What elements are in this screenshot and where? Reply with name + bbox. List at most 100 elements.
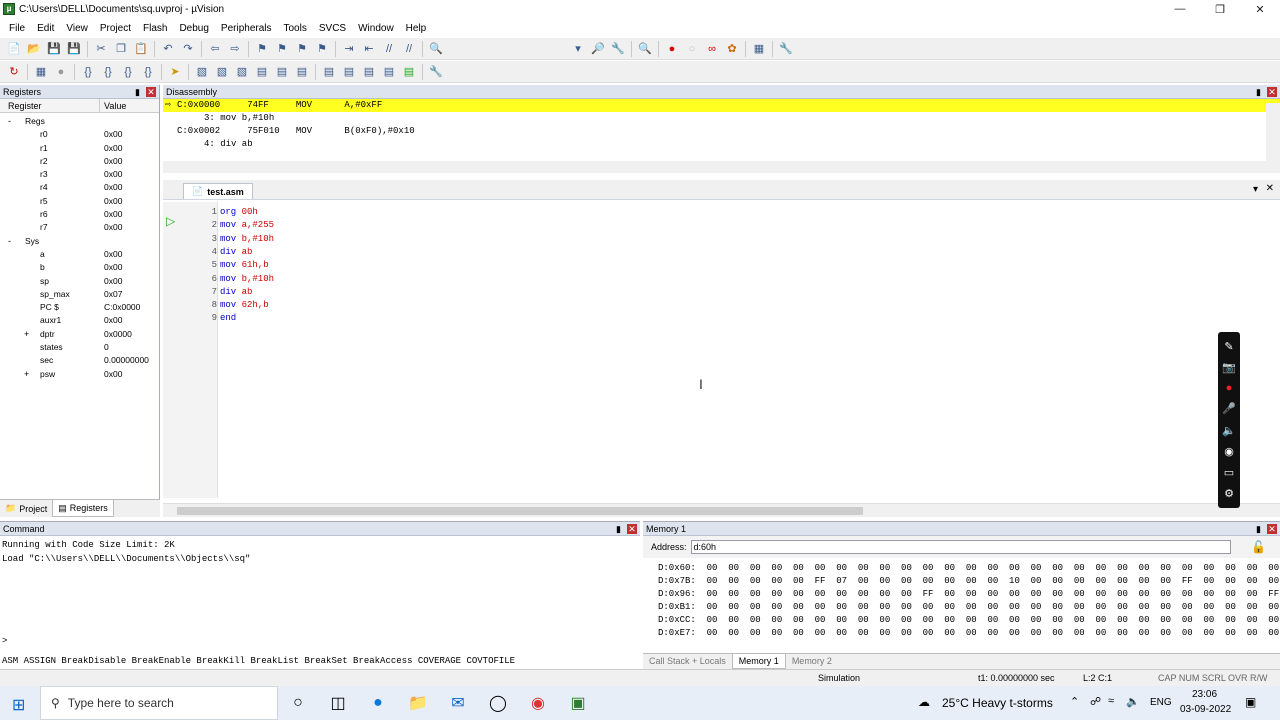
register-row[interactable]: b 0x00 <box>0 261 159 274</box>
command-prompt[interactable]: > <box>2 636 7 646</box>
register-row[interactable]: r1 0x00 <box>0 142 159 155</box>
incremental-find-icon[interactable]: 🔎 <box>590 41 606 57</box>
register-row[interactable]: r3 0x00 <box>0 168 159 181</box>
record-icon[interactable]: ● <box>1226 382 1233 394</box>
uvision-taskbar-icon[interactable]: ▣ <box>558 686 598 720</box>
expand-icon[interactable]: + <box>24 368 29 381</box>
windows-start-icon[interactable]: ⊞ <box>12 695 25 715</box>
nav-back-icon[interactable]: ⇦ <box>207 41 223 57</box>
bookmark-icon[interactable]: ⚑ <box>254 41 270 57</box>
editor-hscroll[interactable] <box>163 503 1280 517</box>
pin-icon[interactable]: ▮ <box>1256 85 1261 98</box>
menu-view[interactable]: View <box>60 23 94 34</box>
code-line[interactable]: 8 mov 62h,b <box>207 299 269 312</box>
register-row[interactable]: + psw 0x00 <box>0 368 159 381</box>
menu-debug[interactable]: Debug <box>173 23 214 34</box>
unindent-icon[interactable]: ⇤ <box>361 41 377 57</box>
configure-icon[interactable]: 🔧 <box>778 41 794 57</box>
run-to-cursor-icon[interactable]: {} <box>140 64 156 80</box>
trace-windows-icon[interactable]: ▤ <box>381 64 397 80</box>
code-line[interactable]: 5 mov 61h,b <box>207 259 269 272</box>
uncomment-icon[interactable]: // <box>401 41 417 57</box>
register-row[interactable]: sp 0x00 <box>0 275 159 288</box>
code-line[interactable]: 3 mov b,#10h <box>207 233 274 246</box>
pin-icon[interactable]: ▮ <box>1256 522 1261 535</box>
system-viewer-icon[interactable]: ▤ <box>401 64 417 80</box>
next-bookmark-icon[interactable]: ⚑ <box>294 41 310 57</box>
close-panel-icon[interactable]: ✕ <box>146 87 156 97</box>
stop-icon[interactable]: ● <box>53 64 69 80</box>
register-row[interactable]: r7 0x00 <box>0 221 159 234</box>
cut-icon[interactable]: ✂ <box>93 41 109 57</box>
disassembly-vscroll[interactable] <box>1266 103 1280 161</box>
code-line[interactable]: 2 mov a,#255 <box>207 219 274 232</box>
find-dropdown-icon[interactable]: ▾ <box>570 41 586 57</box>
dell-icon[interactable]: ◯ <box>478 686 518 720</box>
tab-test-asm[interactable]: 📄 test.asm <box>183 183 253 199</box>
step-over-icon[interactable]: {} <box>100 64 116 80</box>
code-line[interactable]: 9 end <box>207 312 242 325</box>
tab-menu-icon[interactable]: ▾ <box>1253 184 1258 195</box>
tab-project[interactable]: 📁 Project <box>0 500 52 517</box>
find-in-files-icon[interactable]: 🔍 <box>428 41 444 57</box>
code-line[interactable]: 1 org 00h <box>207 206 258 219</box>
code-line[interactable]: 7 div ab <box>207 286 253 299</box>
comment-icon[interactable]: // <box>381 41 397 57</box>
menu-help[interactable]: Help <box>400 23 433 34</box>
close-panel-icon[interactable]: ✕ <box>627 524 637 534</box>
register-row[interactable]: states 0 <box>0 341 159 354</box>
memory-windows-icon[interactable]: ▤ <box>321 64 337 80</box>
scroll-thumb[interactable] <box>177 507 863 515</box>
tray-chevron-icon[interactable]: ⌃ <box>1070 695 1079 708</box>
close-button[interactable]: ✕ <box>1240 0 1280 18</box>
clock-date[interactable]: 03-09-2022 <box>1180 704 1231 715</box>
menu-file[interactable]: File <box>3 23 31 34</box>
menu-edit[interactable]: Edit <box>31 23 60 34</box>
kill-breakpoints-icon[interactable]: ✿ <box>724 41 740 57</box>
tab-memory-1[interactable]: Memory 1 <box>731 654 786 669</box>
redo-icon[interactable]: ↷ <box>180 41 196 57</box>
menu-tools[interactable]: Tools <box>278 23 313 34</box>
memory-row[interactable]: D:0xCC: 00 00 00 00 00 00 00 00 00 00 00… <box>643 614 1280 627</box>
expand-icon[interactable]: + <box>24 328 29 341</box>
mail-icon[interactable]: ✉ <box>438 686 478 720</box>
prev-bookmark-icon[interactable]: ⚑ <box>274 41 290 57</box>
command-window-icon[interactable]: ▧ <box>194 64 210 80</box>
save-icon[interactable]: 💾 <box>46 41 62 57</box>
serial-windows-icon[interactable]: ▤ <box>341 64 357 80</box>
register-row[interactable]: auxr1 0x00 <box>0 314 159 327</box>
camera-icon[interactable]: 📷 <box>1222 361 1236 374</box>
register-row[interactable]: r2 0x00 <box>0 155 159 168</box>
register-row[interactable]: a 0x00 <box>0 248 159 261</box>
register-row[interactable]: sp_max 0x07 <box>0 288 159 301</box>
address-input[interactable]: d:60h <box>690 540 1231 554</box>
indent-icon[interactable]: ⇥ <box>341 41 357 57</box>
find-icon[interactable]: 🔧 <box>610 41 626 57</box>
maximize-button[interactable]: ❐ <box>1200 0 1240 18</box>
tab-call-stack[interactable]: Call Stack + Locals <box>643 654 732 669</box>
register-row[interactable]: r6 0x00 <box>0 208 159 221</box>
settings-icon[interactable]: ⚙ <box>1224 487 1234 500</box>
menu-peripherals[interactable]: Peripherals <box>215 23 278 34</box>
disassembly-line[interactable]: 3: mov b,#10h <box>163 112 1280 125</box>
minimize-button[interactable]: — <box>1160 0 1200 18</box>
register-row[interactable]: - Sys <box>0 235 159 248</box>
copy-icon[interactable]: ❐ <box>113 41 129 57</box>
symbols-window-icon[interactable]: ▧ <box>234 64 250 80</box>
edge-icon[interactable]: ● <box>358 686 398 720</box>
close-panel-icon[interactable]: ✕ <box>1267 524 1277 534</box>
webcam-icon[interactable]: ◉ <box>1224 445 1234 458</box>
reset-icon[interactable]: ↻ <box>6 64 22 80</box>
register-row[interactable]: PC $ C:0x0000 <box>0 301 159 314</box>
wifi-icon[interactable]: ≈ <box>1108 695 1114 707</box>
code-line[interactable]: 4 div ab <box>207 246 253 259</box>
menu-flash[interactable]: Flash <box>137 23 173 34</box>
disable-breakpoints-icon[interactable]: ∞ <box>704 41 720 57</box>
pin-icon[interactable]: ▮ <box>616 522 621 535</box>
collapse-icon[interactable]: - <box>8 115 11 128</box>
run-icon[interactable]: ▦ <box>33 64 49 80</box>
open-file-icon[interactable]: 📂 <box>26 41 42 57</box>
enable-breakpoint-icon[interactable]: ○ <box>684 41 700 57</box>
disassembly-window-icon[interactable]: ▧ <box>214 64 230 80</box>
memory-row[interactable]: D:0x60: 00 00 00 00 00 00 00 00 00 00 00… <box>643 562 1280 575</box>
